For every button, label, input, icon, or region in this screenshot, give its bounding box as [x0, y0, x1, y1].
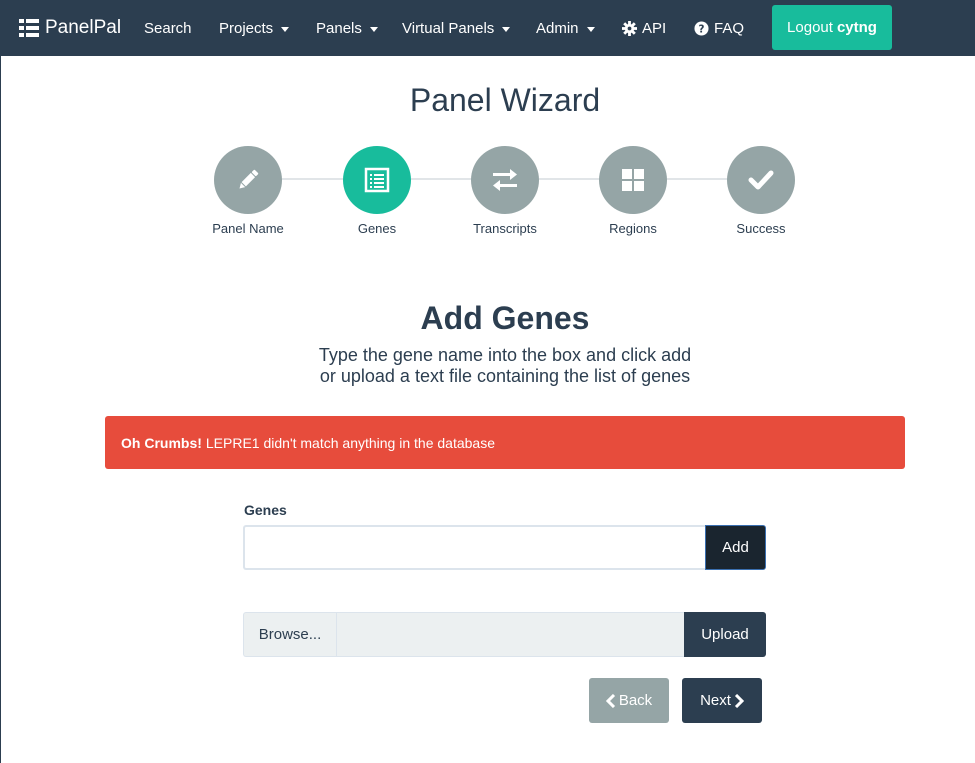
caret-down-icon [586, 26, 595, 32]
section-description: Type the gene name into the box and clic… [1, 345, 975, 387]
step-success[interactable]: Success [701, 146, 821, 236]
table-list-icon [19, 19, 39, 37]
logout-button[interactable]: Logout cytng [772, 5, 892, 50]
pencil-icon [239, 169, 259, 189]
caret-down-icon [369, 26, 378, 32]
nav-search-label: Search [144, 19, 192, 37]
section-description-line: Type the gene name into the box and clic… [318, 345, 692, 365]
genes-input[interactable] [243, 525, 706, 570]
alert-strong: Oh Crumbs! [121, 434, 202, 451]
step-circle [214, 146, 282, 214]
nav-api-label: API [642, 19, 667, 37]
logout-username: cytng [836, 19, 877, 36]
check-icon [748, 170, 774, 190]
nav-virtual-panels[interactable]: Virtual Panels [402, 0, 511, 56]
grid-icon [622, 169, 644, 191]
step-transcripts[interactable]: Transcripts [445, 146, 565, 236]
caret-down-icon [502, 26, 511, 32]
nav-admin-label: Admin [536, 19, 579, 37]
nav-projects[interactable]: Projects [219, 0, 290, 56]
step-label: Success [736, 221, 786, 236]
section-description-line: or upload a text file containing the lis… [319, 366, 691, 386]
next-button[interactable]: Next [682, 678, 762, 723]
step-genes[interactable]: Genes [317, 146, 437, 236]
nav-virtual-panels-label: Virtual Panels [402, 19, 495, 37]
exchange-icon [493, 169, 517, 191]
back-label: Back [618, 692, 653, 709]
step-regions[interactable]: Regions [573, 146, 693, 236]
step-circle [599, 146, 667, 214]
add-button[interactable]: Add [705, 525, 766, 570]
back-button[interactable]: Back [589, 678, 669, 723]
step-label: Transcripts [473, 221, 537, 236]
step-label: Panel Name [212, 221, 284, 236]
alert-message: LEPRE1 didn't match anything in the data… [205, 434, 495, 451]
step-label: Regions [609, 221, 657, 236]
caret-down-icon [281, 26, 290, 32]
chevron-left-icon [605, 693, 615, 708]
svg-text:?: ? [699, 23, 705, 35]
question-circle-icon: ? [694, 20, 709, 36]
brand[interactable]: PanelPal [19, 17, 121, 39]
nav-faq[interactable]: ? FAQ [694, 0, 744, 56]
page-title: Panel Wizard [409, 82, 601, 118]
next-label: Next [700, 692, 731, 709]
step-circle [471, 146, 539, 214]
nav-projects-label: Projects [219, 19, 274, 37]
genes-label: Genes [244, 502, 287, 518]
chevron-right-icon [734, 693, 744, 708]
nav-admin[interactable]: Admin [536, 0, 595, 56]
file-input[interactable]: Browse... [243, 612, 685, 657]
step-circle [727, 146, 795, 214]
navbar: PanelPal Search Projects Panels Virtual … [1, 0, 975, 56]
upload-button[interactable]: Upload [684, 612, 766, 657]
gear-icon [622, 20, 637, 36]
step-label: Genes [357, 221, 397, 236]
nav-api[interactable]: API [622, 0, 666, 56]
nav-panels-label: Panels [316, 19, 362, 37]
nav-faq-label: FAQ [714, 19, 745, 37]
step-panel-name[interactable]: Panel Name [188, 146, 308, 236]
section-title: Add Genes [420, 300, 590, 336]
nav-panels[interactable]: Panels [316, 0, 378, 56]
brand-label: PanelPal [45, 17, 122, 38]
nav-search[interactable]: Search [144, 0, 192, 56]
browse-button[interactable]: Browse... [244, 613, 337, 656]
logout-label: Logout [787, 19, 833, 36]
list-icon [364, 167, 390, 193]
error-alert: Oh Crumbs! LEPRE1 didn't match anything … [105, 416, 905, 469]
step-circle-active [343, 146, 411, 214]
